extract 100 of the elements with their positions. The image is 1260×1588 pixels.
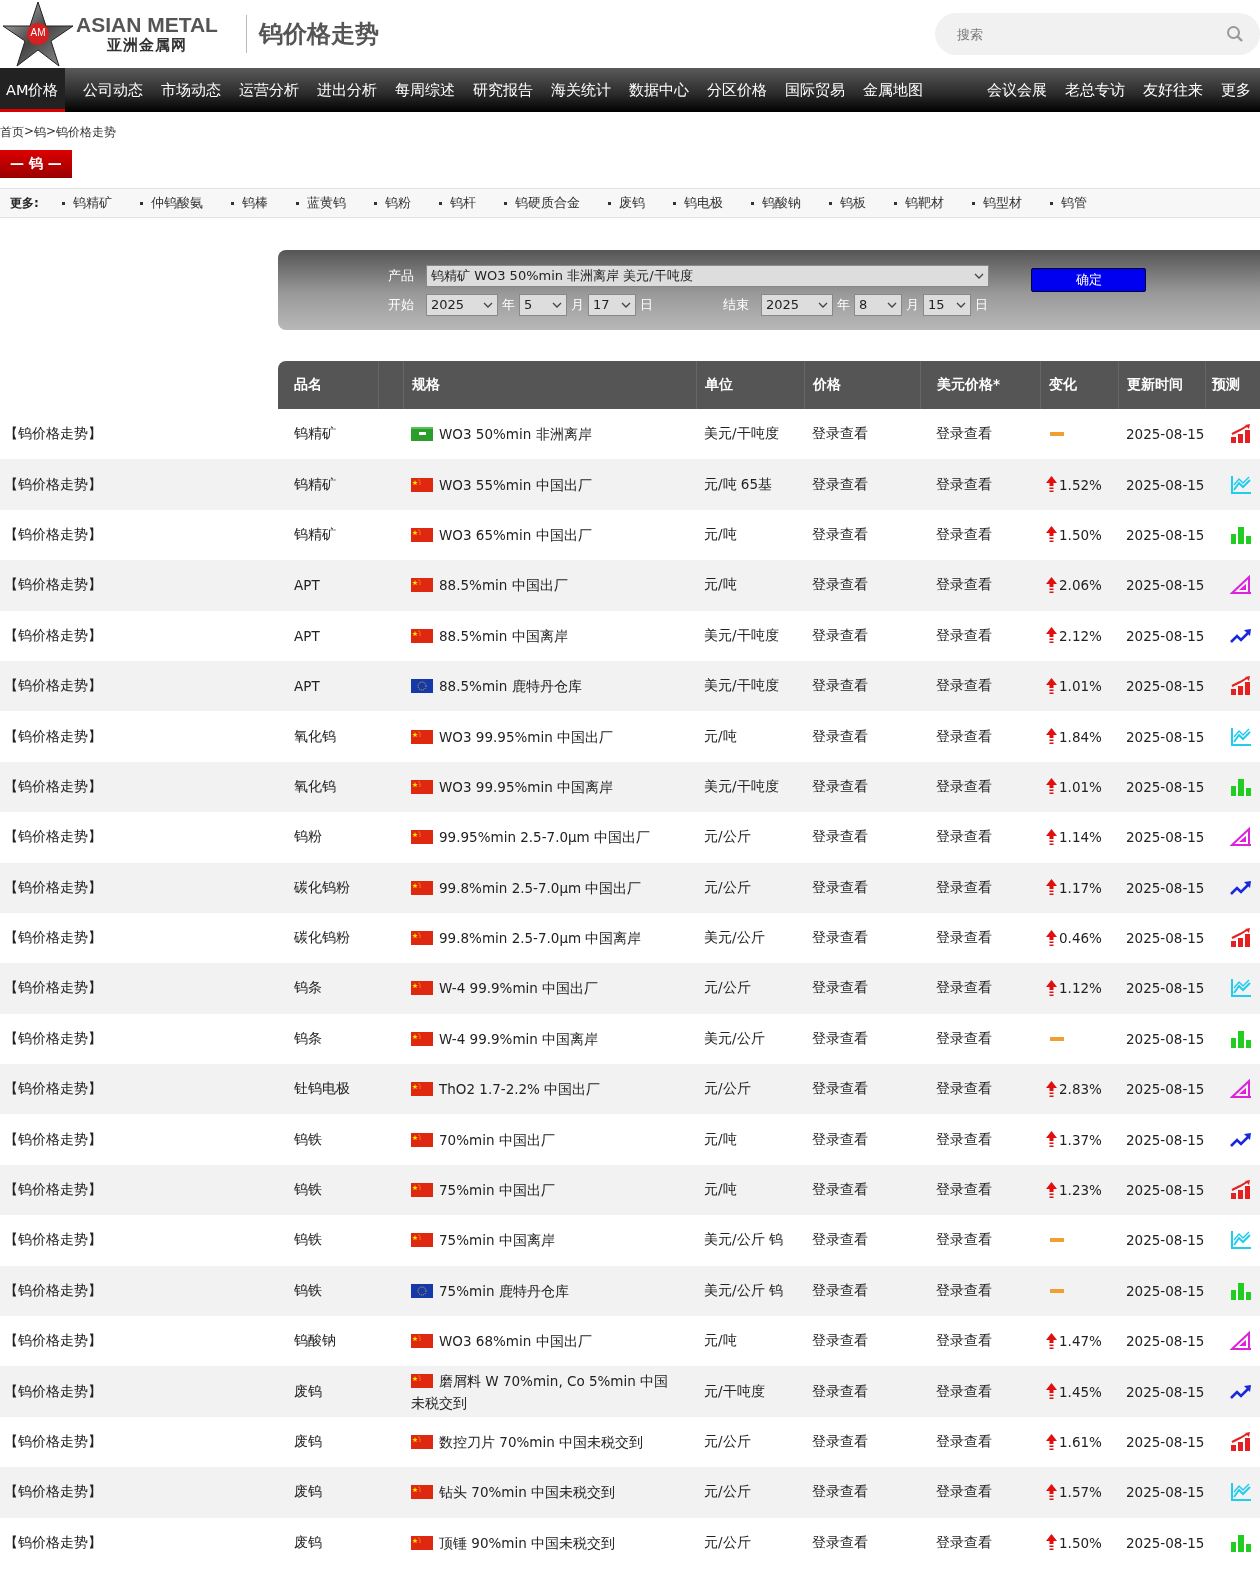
login-link[interactable]: 登录查看: [920, 777, 1040, 796]
login-link[interactable]: 登录查看: [920, 525, 1040, 544]
month-select[interactable]: 8: [854, 293, 902, 316]
login-link[interactable]: 登录查看: [804, 1181, 920, 1200]
year-select[interactable]: 2025: [761, 293, 833, 316]
day-select[interactable]: 17: [588, 293, 636, 316]
login-link[interactable]: 登录查看: [804, 1332, 920, 1351]
product-select[interactable]: 钨精矿 WO3 50%min 非洲离岸 美元/干吨度: [426, 264, 989, 287]
bar-chart-icon[interactable]: [1230, 1028, 1252, 1049]
category-link[interactable]: 【钨价格走势】: [0, 425, 278, 444]
category-link[interactable]: 【钨价格走势】: [0, 475, 278, 494]
triangle-icon[interactable]: [1230, 1331, 1252, 1352]
category-link[interactable]: 【钨价格走势】: [0, 1483, 278, 1502]
bar-chart-icon[interactable]: [1230, 776, 1252, 797]
category-link[interactable]: 【钨价格走势】: [0, 929, 278, 948]
bar-chart-icon[interactable]: [1230, 928, 1252, 949]
login-link[interactable]: 登录查看: [920, 828, 1040, 847]
nav-link[interactable]: 会议会展: [978, 68, 1056, 112]
login-link[interactable]: 登录查看: [804, 425, 920, 444]
category-link[interactable]: 【钨价格走势】: [0, 1080, 278, 1099]
login-link[interactable]: 登录查看: [920, 1029, 1040, 1048]
category-link[interactable]: 【钨价格走势】: [0, 1382, 278, 1401]
login-link[interactable]: 登录查看: [804, 1130, 920, 1149]
bar-chart-icon[interactable]: [1230, 1432, 1252, 1452]
breadcrumb-link[interactable]: 钨: [34, 124, 47, 150]
bar-chart-icon[interactable]: [1230, 524, 1252, 545]
category-link[interactable]: 【钨价格走势】: [0, 1130, 278, 1149]
breadcrumb-link[interactable]: 钨价格走势: [56, 124, 117, 150]
breadcrumb-link[interactable]: 首页: [0, 124, 24, 150]
login-link[interactable]: 登录查看: [920, 1533, 1040, 1552]
login-link[interactable]: 登录查看: [920, 929, 1040, 948]
login-link[interactable]: 登录查看: [920, 425, 1040, 444]
category-link[interactable]: 【钨价格走势】: [0, 1533, 278, 1552]
category-link[interactable]: 【钨价格走势】: [0, 1332, 278, 1351]
triangle-icon[interactable]: [1230, 575, 1252, 596]
line-chart-icon[interactable]: [1230, 1230, 1252, 1251]
category-link[interactable]: 【钨价格走势】: [0, 677, 278, 696]
login-link[interactable]: 登录查看: [804, 1231, 920, 1250]
day-select[interactable]: 15: [923, 293, 971, 316]
login-link[interactable]: 登录查看: [804, 1080, 920, 1099]
login-link[interactable]: 登录查看: [804, 777, 920, 796]
login-link[interactable]: 登录查看: [920, 1231, 1040, 1250]
login-link[interactable]: 登录查看: [920, 1483, 1040, 1502]
nav-link[interactable]: 数据中心: [620, 68, 699, 112]
nav-link[interactable]: 更多: [1212, 68, 1260, 112]
login-link[interactable]: 登录查看: [804, 475, 920, 494]
login-link[interactable]: 登录查看: [804, 1281, 920, 1300]
login-link[interactable]: 登录查看: [804, 878, 920, 897]
category-link[interactable]: 【钨价格走势】: [0, 727, 278, 746]
login-link[interactable]: 登录查看: [920, 1080, 1040, 1099]
category-link[interactable]: 【钨价格走势】: [0, 1029, 278, 1048]
login-link[interactable]: 登录查看: [804, 929, 920, 948]
category-link[interactable]: 【钨价格走势】: [0, 626, 278, 645]
year-select[interactable]: 2025: [426, 293, 498, 316]
login-link[interactable]: 登录查看: [920, 626, 1040, 645]
login-link[interactable]: 登录查看: [804, 1533, 920, 1552]
category-link[interactable]: 【钨价格走势】: [0, 1433, 278, 1451]
category-link[interactable]: 【钨价格走势】: [0, 1281, 278, 1300]
login-link[interactable]: 登录查看: [804, 1029, 920, 1048]
login-link[interactable]: 登录查看: [920, 576, 1040, 595]
bar-chart-icon[interactable]: [1230, 1180, 1252, 1201]
login-link[interactable]: 登录查看: [804, 626, 920, 645]
category-link[interactable]: 【钨价格走势】: [0, 525, 278, 544]
nav-link[interactable]: 友好往来: [1134, 68, 1212, 112]
nav-link[interactable]: 国际贸易: [776, 68, 855, 112]
login-link[interactable]: 登录查看: [920, 979, 1040, 998]
login-link[interactable]: 登录查看: [920, 475, 1040, 494]
login-link[interactable]: 登录查看: [804, 727, 920, 746]
nav-link[interactable]: 研究报告: [464, 68, 543, 112]
category-link[interactable]: 【钨价格走势】: [0, 1231, 278, 1250]
login-link[interactable]: 登录查看: [804, 576, 920, 595]
search-field[interactable]: 搜索: [935, 13, 1260, 55]
login-link[interactable]: 登录查看: [804, 1433, 920, 1451]
nav-link[interactable]: 每周综述: [386, 68, 465, 112]
nav-link[interactable]: 市场动态: [152, 68, 231, 112]
login-link[interactable]: 登录查看: [920, 1332, 1040, 1351]
login-link[interactable]: 登录查看: [804, 1483, 920, 1502]
nav-link[interactable]: 运营分析: [230, 68, 309, 112]
nav-link[interactable]: 海关统计: [542, 68, 621, 112]
login-link[interactable]: 登录查看: [804, 525, 920, 544]
nav-link[interactable]: 金属地图: [854, 68, 933, 112]
bar-chart-icon[interactable]: [1230, 424, 1252, 445]
category-link[interactable]: 【钨价格走势】: [0, 777, 278, 796]
login-link[interactable]: 登录查看: [920, 1281, 1040, 1300]
nav-link[interactable]: 公司动态: [74, 68, 153, 112]
category-link[interactable]: 【钨价格走势】: [0, 828, 278, 847]
triangle-icon[interactable]: [1230, 827, 1252, 848]
bar-chart-icon[interactable]: [1230, 1532, 1252, 1553]
login-link[interactable]: 登录查看: [920, 677, 1040, 696]
login-link[interactable]: 登录查看: [804, 1382, 920, 1401]
login-link[interactable]: 登录查看: [920, 878, 1040, 897]
category-link[interactable]: 【钨价格走势】: [0, 979, 278, 998]
login-link[interactable]: 登录查看: [804, 677, 920, 696]
login-link[interactable]: 登录查看: [804, 979, 920, 998]
login-link[interactable]: 登录查看: [920, 1433, 1040, 1451]
nav-link[interactable]: 分区价格: [698, 68, 777, 112]
nav-link[interactable]: AM价格: [0, 68, 66, 112]
triangle-icon[interactable]: [1230, 1079, 1252, 1100]
category-link[interactable]: 【钨价格走势】: [0, 576, 278, 595]
month-select[interactable]: 5: [519, 293, 567, 316]
